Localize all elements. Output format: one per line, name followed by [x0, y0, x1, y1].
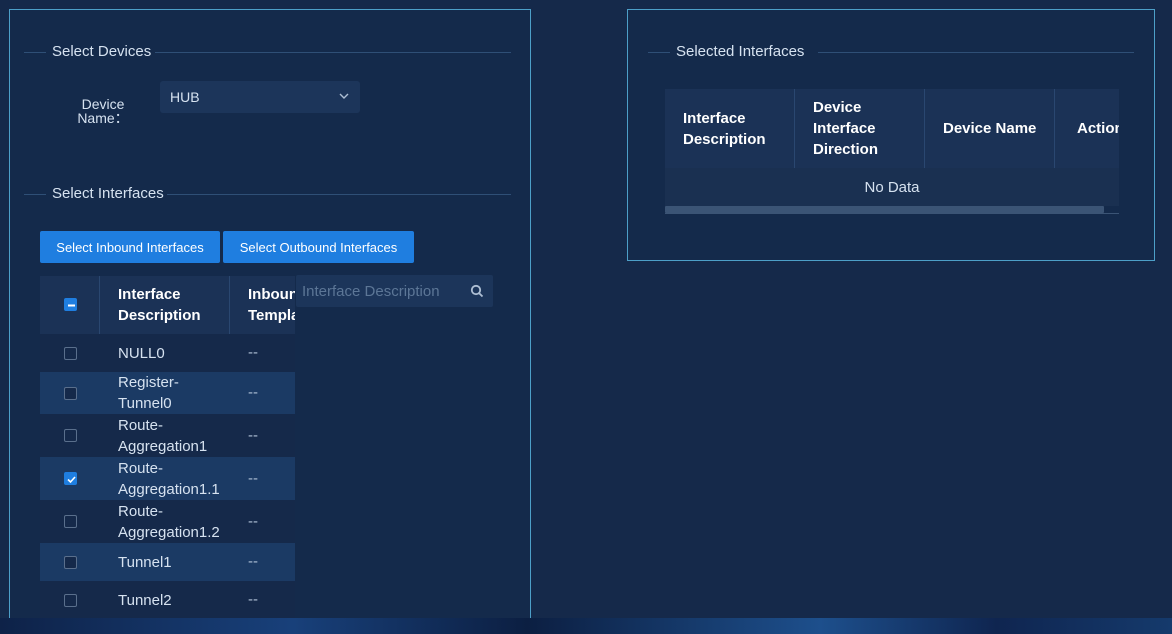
interface-description-cell: Register- Tunnel0	[118, 374, 179, 412]
select-devices-fieldset: Select Devices	[24, 42, 511, 62]
row-checkbox[interactable]	[64, 387, 77, 400]
interface-description-cell: Route- Aggregation1.1	[118, 460, 220, 498]
column-divider	[1054, 89, 1055, 168]
select-inbound-button[interactable]: Select Inbound Interfaces	[40, 231, 220, 263]
check-icon	[67, 476, 76, 484]
interface-search-input[interactable]	[296, 275, 493, 307]
select-outbound-button[interactable]: Select Outbound Interfaces	[223, 231, 414, 263]
inbound-template-cell: --	[248, 470, 258, 487]
device-name-label: Device Name：	[77, 96, 129, 126]
table-bottom-border	[665, 213, 1119, 214]
inbound-template-cell: --	[248, 384, 258, 401]
table-header: Interface Description Inbound Template	[40, 276, 295, 334]
col-interface-description[interactable]: Interface Description	[118, 276, 228, 334]
selected-panel: Selected Interfaces Interface Descriptio…	[627, 9, 1155, 261]
interface-description-cell: NULL0	[118, 345, 165, 362]
selected-interfaces-legend: Selected Interfaces	[676, 42, 805, 62]
selected-interfaces-table: Interface Description Device Interface D…	[665, 89, 1119, 215]
interface-description-cell: Route- Aggregation1	[118, 417, 208, 455]
select-interfaces-legend: Select Interfaces	[52, 184, 164, 204]
legend-line	[648, 52, 670, 53]
row-checkbox[interactable]	[64, 429, 77, 442]
select-panel: Select Devices Device Name： HUB Select I…	[9, 9, 531, 634]
horizontal-scrollbar[interactable]	[665, 206, 1104, 213]
select-all-checkbox[interactable]	[64, 298, 77, 311]
interface-description-cell: Route- Aggregation1.2	[118, 503, 220, 541]
col-inbound-template[interactable]: Inbound Template	[248, 276, 295, 334]
row-checkbox[interactable]	[64, 472, 77, 485]
table-header: Interface Description Device Interface D…	[665, 89, 1119, 168]
column-divider	[99, 276, 100, 334]
inbound-template-cell: --	[248, 427, 258, 444]
col-device-name: Device Name	[943, 120, 1037, 137]
table-row[interactable]: Route- Aggregation1.1 --	[40, 457, 295, 500]
interface-description-cell: Tunnel1	[118, 554, 172, 571]
row-checkbox[interactable]	[64, 594, 77, 607]
column-divider	[794, 89, 795, 168]
inbound-template-cell: --	[248, 344, 258, 361]
row-checkbox[interactable]	[64, 556, 77, 569]
inbound-template-cell: --	[248, 591, 258, 608]
stage: Select Devices Device Name： HUB Select I…	[0, 0, 1172, 634]
legend-line	[24, 194, 46, 195]
row-checkbox[interactable]	[64, 347, 77, 360]
indeterminate-icon	[68, 304, 75, 307]
legend-line	[155, 52, 511, 53]
column-divider	[924, 89, 925, 168]
legend-line	[24, 52, 46, 53]
search-icon[interactable]	[470, 284, 484, 298]
inbound-template-cell: --	[248, 513, 258, 530]
bottom-background-strip	[0, 618, 1172, 634]
select-devices-legend: Select Devices	[52, 42, 152, 62]
table-row[interactable]: NULL0 --	[40, 334, 295, 372]
interfaces-table: Interface Description Inbound Template N…	[40, 276, 295, 634]
table-row[interactable]: Tunnel2 --	[40, 581, 295, 619]
col-action: Action	[1077, 120, 1119, 137]
table-row[interactable]: Route- Aggregation1 --	[40, 414, 295, 457]
col-device-interface-direction: Device Interface Direction	[813, 99, 879, 158]
table-row[interactable]: Tunnel1 --	[40, 543, 295, 581]
col-interface-description: Interface Description	[683, 109, 766, 148]
device-name-value: HUB	[170, 89, 200, 105]
chevron-down-icon	[339, 93, 349, 99]
legend-line	[818, 52, 1134, 53]
empty-state: No Data	[665, 168, 1119, 206]
row-checkbox[interactable]	[64, 515, 77, 528]
table-row[interactable]: Register- Tunnel0 --	[40, 372, 295, 414]
select-interfaces-fieldset: Select Interfaces	[24, 184, 511, 204]
selected-interfaces-fieldset: Selected Interfaces	[648, 42, 1134, 62]
inbound-template-cell: --	[248, 553, 258, 570]
legend-line	[167, 194, 511, 195]
interface-description-cell: Tunnel2	[118, 592, 172, 609]
device-name-select[interactable]: HUB	[160, 81, 360, 113]
table-row[interactable]: Route- Aggregation1.2 --	[40, 500, 295, 543]
column-divider	[229, 276, 230, 334]
